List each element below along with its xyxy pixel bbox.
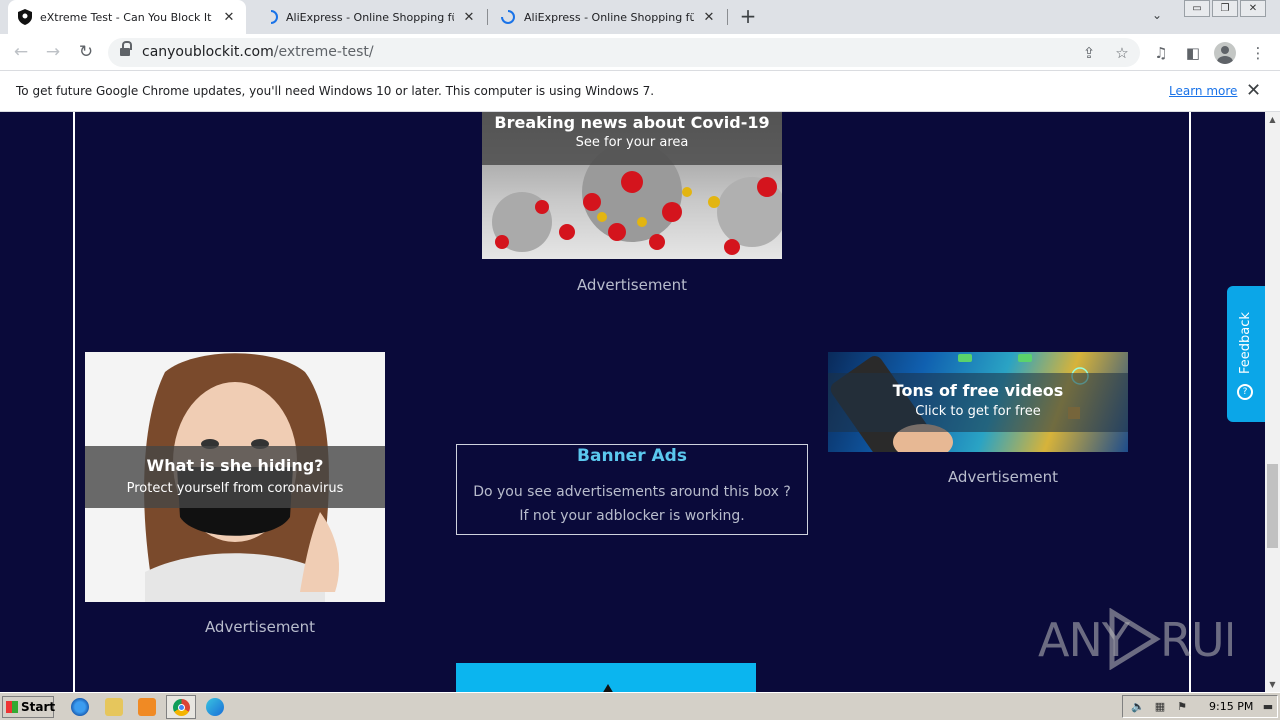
triangle-icon [602,684,614,692]
tab-separator [487,9,488,25]
mask-ad[interactable]: What is she hiding? Protect yourself fro… [85,352,385,602]
ad-subline: See for your area [575,135,689,150]
loading-spinner-icon [264,10,278,24]
minimize-button[interactable]: ▭ [1184,0,1210,17]
new-tab-button[interactable]: + [736,5,760,29]
scroll-down-arrow[interactable]: ▼ [1265,677,1280,692]
windows-taskbar: Start 🔈 ▦ ⚑ 9:15 PM ▬ [0,692,1280,720]
update-infobar: To get future Google Chrome updates, you… [0,71,1280,112]
ad-headline: Tons of free videos [892,381,1064,400]
tab-close-icon[interactable]: ✕ [222,10,236,25]
banner-ads-box: Banner Ads Do you see advertisements aro… [456,444,808,535]
file-explorer-icon[interactable] [105,698,123,716]
bookmark-star-icon[interactable]: ☆ [1111,42,1133,64]
ad-headline: What is she hiding? [146,456,324,475]
close-window-button[interactable]: ✕ [1240,0,1266,17]
videos-ad[interactable]: Tons of free videos Click to get for fre… [828,352,1128,452]
learn-more-link[interactable]: Learn more [1169,84,1237,98]
svg-text:RUN: RUN [1160,613,1232,667]
media-player-icon[interactable] [138,698,156,716]
browser-toolbar: ← → ↻ canyoublockit.com/extreme-test/ ⇪ … [0,34,1280,71]
tab-extreme-test[interactable]: eXtreme Test - Can You Block It ? ✕ [8,0,246,34]
tab-title: eXtreme Test - Can You Block It ? [40,10,214,24]
ad-headline: Breaking news about Covid-19 [494,113,770,132]
media-control-icon[interactable]: ♫ [1148,40,1174,66]
speaker-icon[interactable]: 🔈 [1131,700,1145,714]
forward-button[interactable]: → [40,40,66,66]
address-bar[interactable]: canyoublockit.com/extreme-test/ ⇪ ☆ [108,38,1140,67]
scroll-up-arrow[interactable]: ▲ [1265,112,1280,127]
side-panel-icon[interactable]: ◧ [1180,40,1206,66]
url-text[interactable]: canyoublockit.com/extreme-test/ [142,44,374,60]
system-tray: 🔈 ▦ ⚑ 9:15 PM ▬ [1122,695,1278,718]
tab-close-icon[interactable]: ✕ [462,10,476,25]
start-button[interactable]: Start [2,696,55,718]
chrome-taskbar-button[interactable] [166,695,196,719]
banner-title: Banner Ads [577,446,687,466]
infobar-message: To get future Google Chrome updates, you… [16,84,655,98]
tab-aliexpress-1[interactable]: AliExpress - Online Shopping für Elek ✕ [254,0,486,34]
bottom-ad[interactable] [456,663,756,692]
internet-explorer-icon[interactable] [71,698,89,716]
anyrun-watermark: ANY RUN [1038,607,1258,681]
infobar-close-icon[interactable]: ✕ [1246,80,1261,101]
tab-title: AliExpress - Online Shopping für Elek [524,10,694,24]
tab-bar: eXtreme Test - Can You Block It ? ✕ AliE… [0,0,1280,34]
page-content: Breaking news about Covid-19 See for you… [0,112,1265,692]
show-desktop-icon[interactable]: ▬ [1261,700,1275,714]
edge-icon[interactable] [206,698,224,716]
flag-icon[interactable]: ⚑ [1175,700,1189,714]
ad-caption: Advertisement [947,468,1059,486]
scroll-thumb[interactable] [1267,464,1278,548]
tab-search-chevron-icon[interactable]: ⌄ [1152,8,1162,22]
content-border-left [73,112,75,692]
svg-text:ANY: ANY [1038,613,1131,667]
loading-spinner-icon [500,9,516,25]
shield-icon [18,9,32,25]
feedback-label: Feedback [1238,312,1253,374]
share-icon[interactable]: ⇪ [1078,42,1100,64]
profile-avatar[interactable] [1214,42,1236,64]
ad-caption: Advertisement [204,618,316,636]
tab-separator [727,9,728,25]
ad-subline: Click to get for free [915,404,1041,419]
banner-line-2: If not your adblocker is working. [519,508,745,524]
banner-line-1: Do you see advertisements around this bo… [473,484,791,500]
feedback-chat-icon: ? [1237,384,1253,400]
covid-ad[interactable]: Breaking news about Covid-19 See for you… [482,112,782,259]
window-controls: ▭ ❐ ✕ [1182,0,1266,20]
clock[interactable]: 9:15 PM [1209,700,1253,713]
tab-close-icon[interactable]: ✕ [702,10,716,25]
content-border-right [1189,112,1191,692]
menu-kebab-icon[interactable]: ⋮ [1245,40,1271,66]
ad-subline: Protect yourself from coronavirus [126,481,344,496]
tab-aliexpress-2[interactable]: AliExpress - Online Shopping für Elek ✕ [490,0,726,34]
ad-caption: Advertisement [576,276,688,294]
tab-title: AliExpress - Online Shopping für Elek [286,10,454,24]
restore-button[interactable]: ❐ [1212,0,1238,17]
anyrun-logo: ANY RUN [1038,607,1258,671]
reload-button[interactable]: ↻ [73,40,99,66]
lock-icon[interactable] [120,41,132,57]
feedback-button[interactable]: Feedback ? [1227,286,1265,422]
chrome-icon [173,699,190,716]
network-icon[interactable]: ▦ [1153,700,1167,714]
back-button[interactable]: ← [8,40,34,66]
page-scrollbar[interactable]: ▲ ▼ [1265,112,1280,692]
